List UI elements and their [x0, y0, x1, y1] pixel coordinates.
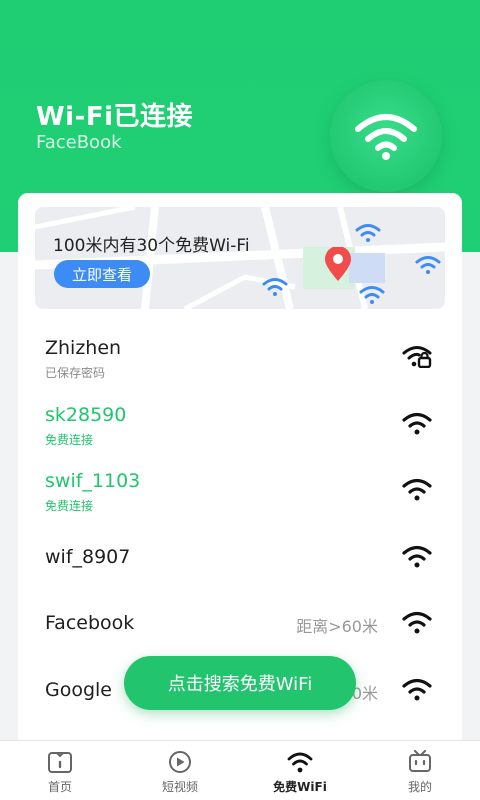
network-distance: 距离>60米 [296, 617, 378, 637]
tab-label: 短视频 [161, 780, 198, 794]
tv-icon [409, 750, 431, 772]
network-status: 免费连接 [45, 432, 94, 447]
tab-short-video[interactable]: 短视频 [120, 741, 240, 800]
network-name: sk28590 [45, 403, 127, 426]
network-name: Google [45, 678, 113, 701]
home-icon [48, 752, 72, 773]
network-name: swif_1103 [45, 470, 141, 493]
play-icon [169, 751, 191, 773]
wifi-row[interactable]: Facebook 距离>60米 [18, 589, 462, 656]
bottom-tab-bar: 首页 短视频 免费WiFi 我的 [0, 740, 480, 800]
nearby-map[interactable]: 100米内有30个免费Wi-Fi 立即查看 [35, 207, 445, 309]
nearby-wifi-text: 100米内有30个免费Wi-Fi [53, 236, 250, 256]
wifi-icon [402, 545, 432, 568]
wifi-icon [402, 678, 432, 701]
tab-label: 首页 [47, 780, 72, 794]
wifi-icon [359, 286, 385, 304]
wifi-row[interactable]: swif_1103 免费连接 [18, 456, 462, 523]
network-name: Zhizhen [45, 337, 122, 359]
network-name: wif_8907 [45, 545, 131, 568]
tab-label: 免费WiFi [273, 780, 327, 794]
wifi-icon [262, 278, 288, 296]
wifi-icon [287, 752, 313, 773]
network-status: 免费连接 [45, 499, 94, 514]
tab-free-wifi[interactable]: 免费WiFi [240, 741, 360, 800]
tab-mine[interactable]: 我的 [360, 741, 480, 800]
wifi-icon [355, 114, 417, 160]
tab-home[interactable]: 首页 [0, 741, 120, 800]
wifi-icon [355, 224, 381, 242]
location-pin-icon [325, 247, 351, 281]
tab-label: 我的 [407, 780, 432, 794]
wifi-icon [402, 612, 432, 634]
search-free-wifi-button[interactable]: 点击搜索免费WiFi [124, 656, 356, 710]
wifi-status-badge [330, 80, 442, 192]
view-now-button[interactable]: 立即查看 [54, 260, 150, 288]
network-name: Facebook [45, 612, 135, 635]
wifi-row[interactable]: sk28590 免费连接 [18, 390, 462, 457]
wifi-icon [402, 479, 432, 501]
wifi-icon [402, 412, 432, 435]
connected-network-name: FaceBook [36, 132, 122, 153]
page-title: Wi-Fi已连接 [36, 102, 194, 132]
wifi-row[interactable]: wif_8907 [18, 523, 462, 590]
wifi-lock-icon [402, 346, 432, 368]
wifi-icon [415, 256, 441, 274]
network-status: 已保存密码 [45, 366, 106, 380]
wifi-row[interactable]: Zhizhen 已保存密码 [18, 323, 462, 390]
